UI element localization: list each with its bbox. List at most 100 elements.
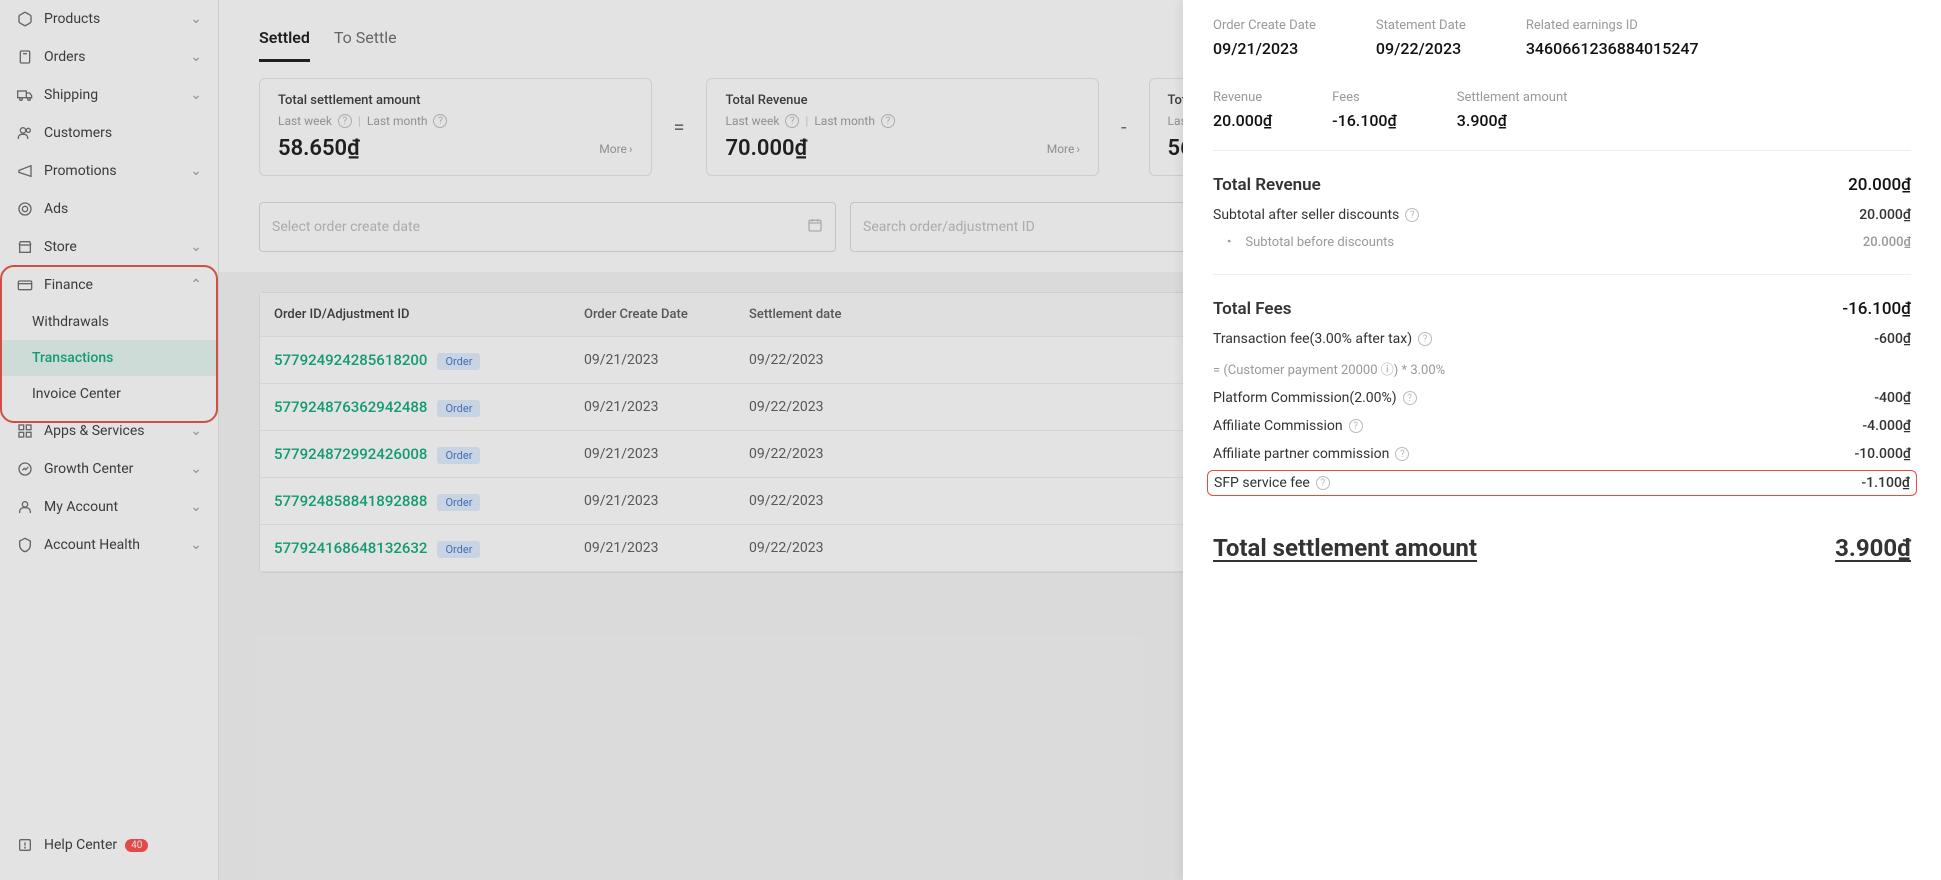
last-month-label: Last month	[367, 114, 428, 128]
transaction-fee-row: Transaction fee(3.00% after tax)? -600₫	[1213, 325, 1911, 353]
order-tag: Order	[437, 494, 480, 511]
sidebar-item-label: Transactions	[32, 350, 113, 366]
more-link[interactable]: More›	[599, 142, 632, 156]
platform-commission-row: Platform Commission(2.00%)? -400₫	[1213, 384, 1911, 412]
sidebar-item-label: Orders	[44, 49, 86, 65]
stat-title: Total Revenue	[725, 93, 1080, 108]
info-icon[interactable]: ?	[1349, 419, 1363, 433]
subtotal-before-row: Subtotal before discounts 20.000₫	[1213, 229, 1911, 256]
info-icon[interactable]: ?	[433, 114, 447, 128]
help-center-link[interactable]: Help Center 40	[0, 828, 219, 862]
last-week-label: Last week	[278, 114, 332, 128]
sidebar-item-label: Shipping	[44, 87, 98, 103]
chevron-down-icon: ⌄	[190, 163, 202, 179]
order-tag: Order	[437, 353, 480, 370]
chevron-down-icon: ⌄	[190, 239, 202, 255]
fees-section: Total Fees -16.100₫ Transaction fee(3.00…	[1213, 275, 1911, 516]
stat-settlement: Total settlement amount Last week ? | La…	[259, 78, 652, 176]
sidebar-item-products[interactable]: Products ⌄	[0, 0, 218, 38]
sidebar-item-shipping[interactable]: Shipping ⌄	[0, 76, 218, 114]
field-statement-date: Statement Date 09/22/2023	[1376, 18, 1466, 58]
row-label: Transaction fee(3.00% after tax)?	[1213, 331, 1432, 347]
sidebar-item-account[interactable]: My Account ⌄	[0, 488, 218, 526]
sidebar-item-label: Store	[44, 239, 77, 255]
sidebar-item-orders[interactable]: Orders ⌄	[0, 38, 218, 76]
stat-value: 58.650₫	[278, 136, 360, 161]
help-icon	[16, 836, 34, 854]
chevron-down-icon: ⌄	[190, 537, 202, 553]
minus-sign: -	[1121, 115, 1127, 139]
field-label: Statement Date	[1376, 18, 1466, 33]
sidebar-item-store[interactable]: Store ⌄	[0, 228, 218, 266]
row-value: 20.000₫	[1859, 207, 1911, 223]
sidebar-item-apps[interactable]: Apps & Services ⌄	[0, 412, 218, 450]
person-icon	[16, 498, 34, 516]
chevron-down-icon: ⌄	[190, 499, 202, 515]
info-icon[interactable]: ?	[785, 114, 799, 128]
sidebar-item-finance[interactable]: Finance ⌃	[0, 266, 218, 304]
sidebar-item-label: Ads	[44, 201, 68, 217]
users-icon	[16, 124, 34, 142]
info-icon[interactable]: ?	[1405, 208, 1419, 222]
order-id-link[interactable]: 577924872992426008	[274, 445, 427, 463]
info-icon[interactable]: ?	[881, 114, 895, 128]
sidebar-item-growth[interactable]: Growth Center ⌄	[0, 450, 218, 488]
sidebar-item-ads[interactable]: Ads	[0, 190, 218, 228]
more-link[interactable]: More›	[1047, 142, 1080, 156]
order-id-link[interactable]: 577924858841892888	[274, 492, 427, 510]
cell-settle-date: 09/22/2023	[749, 446, 914, 462]
order-tag: Order	[437, 447, 480, 464]
order-id-link[interactable]: 577924924285618200	[274, 351, 427, 369]
sfp-fee-row: SFP service fee? -1.100₫	[1207, 470, 1917, 496]
calendar-icon	[807, 217, 823, 237]
sidebar-item-transactions[interactable]: Transactions	[0, 340, 218, 376]
row-value: 20.000₫	[1848, 175, 1911, 195]
cell-settle-date: 09/22/2023	[749, 399, 914, 415]
info-icon[interactable]: ?	[338, 114, 352, 128]
tab-settled[interactable]: Settled	[259, 28, 310, 62]
sidebar-item-invoice-center[interactable]: Invoice Center	[0, 376, 218, 412]
date-filter[interactable]: Select order create date	[259, 202, 836, 252]
info-icon[interactable]: ?	[1403, 391, 1417, 405]
info-icon[interactable]: ?	[1395, 447, 1409, 461]
row-label: Total Revenue	[1213, 175, 1321, 195]
subtotal-after-row: Subtotal after seller discounts? 20.000₫	[1213, 201, 1911, 229]
sidebar-item-label: My Account	[44, 499, 118, 515]
help-center-label: Help Center	[44, 837, 117, 853]
stat-value: 70.000₫	[725, 136, 807, 161]
field-label: Revenue	[1213, 90, 1272, 105]
total-value: 3.900₫	[1835, 534, 1911, 562]
truck-icon	[16, 86, 34, 104]
col-create: Order Create Date	[584, 307, 749, 322]
sidebar-item-health[interactable]: Account Health ⌄	[0, 526, 218, 564]
chevron-down-icon: ⌄	[190, 87, 202, 103]
order-id-link[interactable]: 577924168648132632	[274, 539, 427, 557]
info-icon[interactable]: ?	[1316, 476, 1330, 490]
grid-icon	[16, 422, 34, 440]
sidebar-item-label: Customers	[44, 125, 112, 141]
chevron-down-icon: ⌄	[190, 423, 202, 439]
revenue-total-row: Total Revenue 20.000₫	[1213, 169, 1911, 201]
affiliate-partner-row: Affiliate partner commission? -10.000₫	[1213, 440, 1911, 468]
tab-to-settle[interactable]: To Settle	[334, 28, 397, 62]
row-value: -1.100₫	[1861, 475, 1910, 491]
stat-title: Total settlement amount	[278, 93, 633, 108]
order-id-link[interactable]: 577924876362942488	[274, 398, 427, 416]
chevron-right-icon: ›	[1076, 142, 1080, 156]
cell-create-date: 09/21/2023	[584, 446, 749, 462]
last-week-label: Last week	[725, 114, 779, 128]
cell-settle-date: 09/22/2023	[749, 540, 914, 556]
field-earnings-id: Related earnings ID 3460661236884015247	[1526, 18, 1699, 58]
sidebar-item-withdrawals[interactable]: Withdrawals	[0, 304, 218, 340]
sidebar-item-promotions[interactable]: Promotions ⌄	[0, 152, 218, 190]
card-icon	[16, 276, 34, 294]
cell-settle-date: 09/22/2023	[749, 352, 914, 368]
stat-sub: Last week ? | Last month ?	[725, 114, 1080, 128]
chevron-down-icon: ⌄	[190, 461, 202, 477]
shield-icon	[16, 536, 34, 554]
fees-total-row: Total Fees -16.100₫	[1213, 293, 1911, 325]
row-label: Subtotal after seller discounts?	[1213, 207, 1419, 223]
info-icon[interactable]: ?	[1418, 332, 1432, 346]
detail-header-row2: Revenue 20.000₫ Fees -16.100₫ Settlement…	[1213, 76, 1911, 151]
sidebar-item-customers[interactable]: Customers	[0, 114, 218, 152]
